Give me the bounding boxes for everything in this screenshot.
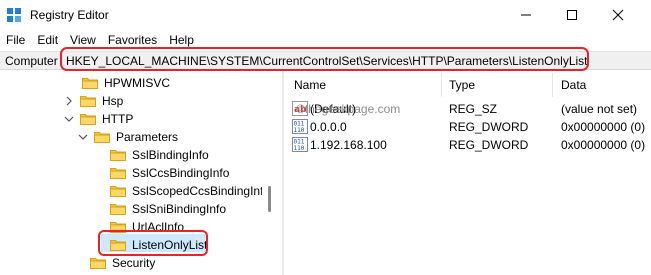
value-type: REG_DWORD xyxy=(449,138,529,152)
title-bar: Registry Editor xyxy=(0,0,651,30)
tree-item-urlaclinfo[interactable]: UrlAclInfo xyxy=(110,218,184,236)
folder-icon xyxy=(110,168,126,179)
chevron-down-icon[interactable] xyxy=(64,110,74,128)
tree-scrollbar[interactable] xyxy=(262,71,276,275)
tree-item-sslbindinginfo[interactable]: SslBindingInfo xyxy=(110,146,209,164)
value-name: 1.192.168.100 xyxy=(310,138,387,152)
tree-item-listenonlylist[interactable]: ListenOnlyList xyxy=(110,236,207,254)
menu-file[interactable]: File xyxy=(0,31,31,49)
tree-item-security[interactable]: Security xyxy=(90,254,155,272)
folder-icon xyxy=(90,258,106,269)
maximize-button[interactable] xyxy=(549,0,595,30)
tree-item-hsp[interactable]: Hsp xyxy=(64,92,123,110)
tree-item-label: SslCcsBindingInfo xyxy=(132,166,230,180)
tree-scrollbar-thumb[interactable] xyxy=(268,186,271,212)
registry-editor-icon xyxy=(7,8,21,22)
tree-item-label: UrlAclInfo xyxy=(132,220,185,234)
tree-item-label: HTTP xyxy=(102,112,134,126)
chevron-down-icon[interactable] xyxy=(78,128,88,146)
column-separator[interactable] xyxy=(441,73,442,97)
menu-help[interactable]: Help xyxy=(163,31,200,49)
folder-icon xyxy=(110,240,126,251)
column-separator[interactable] xyxy=(552,73,553,97)
folder-icon xyxy=(94,132,110,143)
menu-bar: File Edit View Favorites Help xyxy=(0,31,200,49)
close-button[interactable] xyxy=(595,0,641,30)
svg-text:110: 110 xyxy=(294,145,305,152)
address-bar[interactable]: Computer HKEY_LOCAL_MACHINE\SYSTEM\Curre… xyxy=(0,51,651,70)
value-data: (value not set) xyxy=(561,102,638,116)
tree-item-label: Parameters xyxy=(116,130,179,144)
tree-item-label: Security xyxy=(112,256,156,270)
folder-icon xyxy=(110,186,126,197)
address-label: Computer xyxy=(5,54,58,68)
binary-value-icon: 011 110 xyxy=(292,119,308,134)
column-header-data[interactable]: Data xyxy=(561,78,586,92)
tree-item-http[interactable]: HTTP xyxy=(64,110,133,128)
chevron-right-icon[interactable] xyxy=(64,92,74,110)
folder-icon xyxy=(110,150,126,161)
menu-view[interactable]: View xyxy=(64,31,102,49)
folder-icon xyxy=(82,78,98,89)
tree-item-sslsnibindinginfo[interactable]: SslSniBindingInfo xyxy=(110,200,226,218)
folder-icon xyxy=(80,96,96,107)
tree-item-label: SslScopedCcsBindingInfo xyxy=(132,184,271,198)
value-data: 0x00000000 (0) xyxy=(561,138,646,152)
maximize-icon xyxy=(567,10,577,20)
watermark: ©thegeekpage.com xyxy=(296,102,401,116)
column-header-name[interactable]: Name xyxy=(294,78,326,92)
address-path[interactable]: HKEY_LOCAL_MACHINE\SYSTEM\CurrentControl… xyxy=(66,54,588,68)
minimize-icon xyxy=(521,14,531,16)
list-row[interactable]: 011 110 0.0.0.0 REG_DWORD 0x00000000 (0) xyxy=(284,118,651,136)
menu-edit[interactable]: Edit xyxy=(31,31,64,49)
tree-item-sslccsbindinginfo[interactable]: SslCcsBindingInfo xyxy=(110,164,229,182)
svg-text:110: 110 xyxy=(294,127,305,134)
tree-item-label: HPWMISVC xyxy=(104,76,170,90)
folder-icon xyxy=(110,204,126,215)
close-icon xyxy=(612,9,624,21)
value-type: REG_SZ xyxy=(449,102,498,116)
value-type: REG_DWORD xyxy=(449,120,529,134)
tree-item-label: SslSniBindingInfo xyxy=(132,202,227,216)
tree-item-sslscopedccsbindinginfo[interactable]: SslScopedCcsBindingInfo xyxy=(110,182,270,200)
value-data: 0x00000000 (0) xyxy=(561,120,646,134)
minimize-button[interactable] xyxy=(503,0,549,30)
folder-icon xyxy=(80,114,96,125)
list-row[interactable]: 011 110 1.192.168.100 REG_DWORD 0x000000… xyxy=(284,136,651,154)
column-header-type[interactable]: Type xyxy=(449,78,475,92)
tree-item-parameters[interactable]: Parameters xyxy=(78,128,178,146)
tree-item-hpwmisvc[interactable]: HPWMISVC xyxy=(82,74,170,92)
menu-favorites[interactable]: Favorites xyxy=(102,31,163,49)
tree-item-label: SslBindingInfo xyxy=(132,148,209,162)
tree-item-label: ListenOnlyList xyxy=(132,238,208,252)
folder-icon xyxy=(110,222,126,233)
tree-item-label: Hsp xyxy=(102,94,124,108)
value-name: 0.0.0.0 xyxy=(310,120,347,134)
window-title: Registry Editor xyxy=(30,8,109,22)
binary-value-icon: 011 110 xyxy=(292,137,308,152)
